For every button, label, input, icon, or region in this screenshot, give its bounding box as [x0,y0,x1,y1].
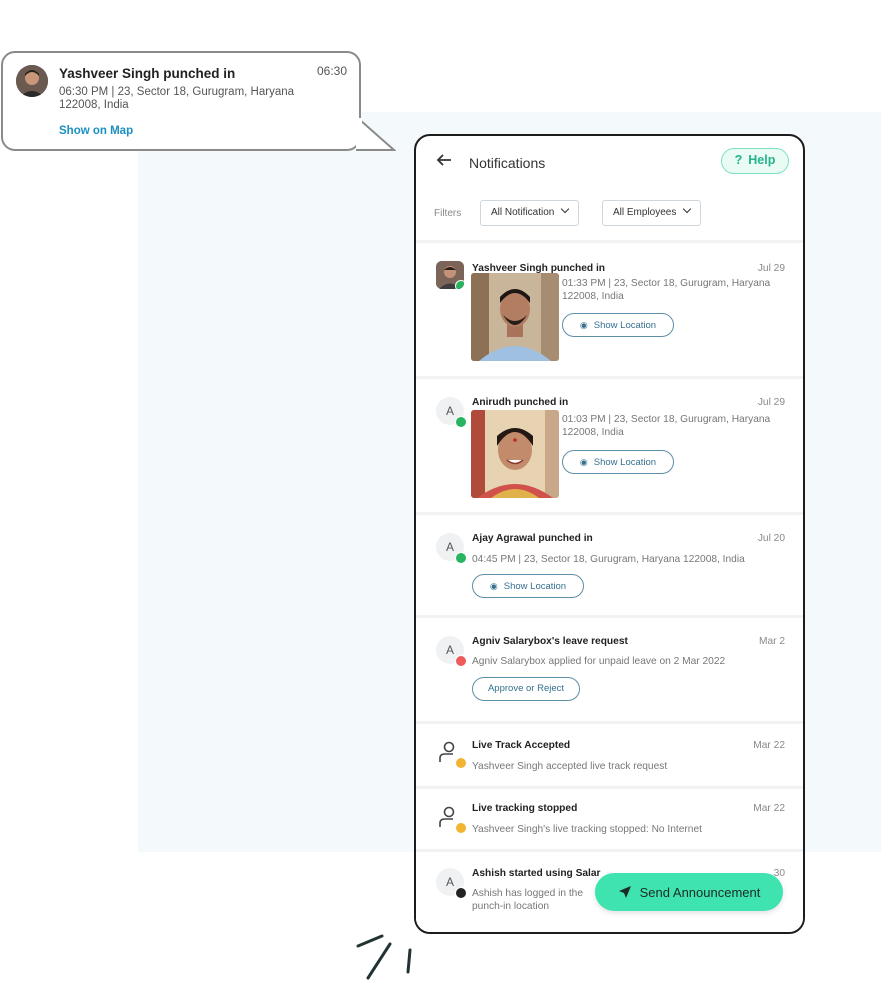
notification-description: 04:45 PM | 23, Sector 18, Gurugram, Hary… [472,554,745,565]
notification-title: Ashish started using Salar [472,868,601,879]
employee-filter-value: All Employees [613,207,677,218]
avatar: A [436,533,467,564]
notification-title: Anirudh punched in [472,397,569,408]
show-location-label: Show Location [593,457,657,468]
send-announcement-button[interactable]: Send Announcement [595,873,783,911]
tracking-badge-icon [455,822,467,834]
notification-description: 01:03 PM | 23, Sector 18, Gurugram, Hary… [562,414,771,438]
notification-item[interactable]: A Agniv Salarybox's leave request Mar 2 … [416,618,803,721]
punch-in-badge-icon [455,552,467,564]
arrow-left-icon[interactable] [436,151,452,174]
show-on-map-link[interactable]: Show on Map [59,125,133,137]
notification-filter-value: All Notification [491,207,555,218]
phone-frame: Notifications ? Help Filters All Notifica… [414,134,805,934]
approve-or-reject-button[interactable]: Approve or Reject [472,677,580,701]
notification-description: Agniv Salarybox applied for unpaid leave… [472,656,726,667]
selfie-photo [471,273,559,361]
app-header: Notifications ? Help [416,136,803,188]
avatar [436,261,464,289]
notification-item[interactable]: Live tracking stopped Mar 22 Yashveer Si… [416,789,803,849]
filters-bar: Filters All Notification All Employees [416,198,803,228]
notification-description: Yashveer Singh's live tracking stopped: … [472,824,702,835]
show-location-button[interactable]: ◉ Show Location [562,450,674,474]
notification-date: Jul 20 [757,533,785,544]
notification-description: Yashveer Singh accepted live track reque… [472,761,668,772]
avatar [16,65,48,97]
filters-label: Filters [434,208,462,219]
avatar: A [436,397,467,428]
globe-badge-icon [455,887,467,899]
punch-in-badge-icon [455,416,467,428]
help-button[interactable]: ? Help [721,148,789,174]
notification-title: Live Track Accepted [472,740,571,751]
notification-date: Jul 29 [757,397,785,408]
avatar: A [436,636,467,667]
send-announcement-label: Send Announcement [639,885,761,900]
tracking-badge-icon [455,757,467,769]
show-location-button[interactable]: ◉ Show Location [472,574,584,598]
notification-list: Yashveer Singh punched in Jul 29 01:33 P… [416,240,803,932]
notification-popup: Yashveer Singh punched in 06:30 06:30 PM… [1,51,361,151]
location-pin-icon: ◉ [579,320,588,330]
bubble-tail [356,118,396,151]
notification-filter-select[interactable]: All Notification [480,200,580,226]
send-icon [618,873,632,911]
notification-title: Agniv Salarybox's leave request [472,636,628,647]
chevron-down-icon [561,204,570,214]
notification-title: Live tracking stopped [472,803,578,814]
notification-description: 01:33 PM | 23, Sector 18, Gurugram, Hary… [562,278,771,302]
notification-date: Jul 29 [757,263,785,274]
location-pin-icon: ◉ [579,457,588,467]
approve-or-reject-label: Approve or Reject [487,683,565,694]
show-location-button[interactable]: ◉ Show Location [562,313,674,337]
punch-in-badge-icon [455,280,464,289]
location-pin-icon: ◉ [489,581,498,591]
selfie-photo [471,410,559,498]
show-location-label: Show Location [503,581,567,592]
notification-date: Mar 2 [758,636,785,647]
notification-item[interactable]: Yashveer Singh punched in Jul 29 01:33 P… [416,243,803,376]
popup-address: 06:30 PM | 23, Sector 18, Gurugram, Hary… [59,86,295,111]
notification-item[interactable]: Live Track Accepted Mar 22 Yashveer Sing… [416,724,803,786]
notification-item[interactable]: A Ajay Agrawal punched in Jul 20 04:45 P… [416,515,803,615]
help-label: Help [748,153,776,167]
employee-filter-select[interactable]: All Employees [602,200,702,226]
page-title: Notifications [469,155,546,171]
chevron-down-icon [683,204,692,214]
notification-item[interactable]: A Anirudh punched in Jul 29 01:03 PM | 2… [416,379,803,512]
person-icon [436,803,467,834]
decorative-strokes [356,934,412,980]
notification-date: Mar 22 [753,803,785,814]
popup-time: 06:30 [316,64,347,78]
popup-title: Yashveer Singh punched in [59,66,236,81]
show-location-label: Show Location [593,320,657,331]
person-icon [436,738,467,769]
notification-date: Mar 22 [753,740,785,751]
leave-badge-icon [455,655,467,667]
avatar: A [436,868,467,899]
notification-title: Ajay Agrawal punched in [472,533,593,544]
help-icon: ? [734,153,743,167]
